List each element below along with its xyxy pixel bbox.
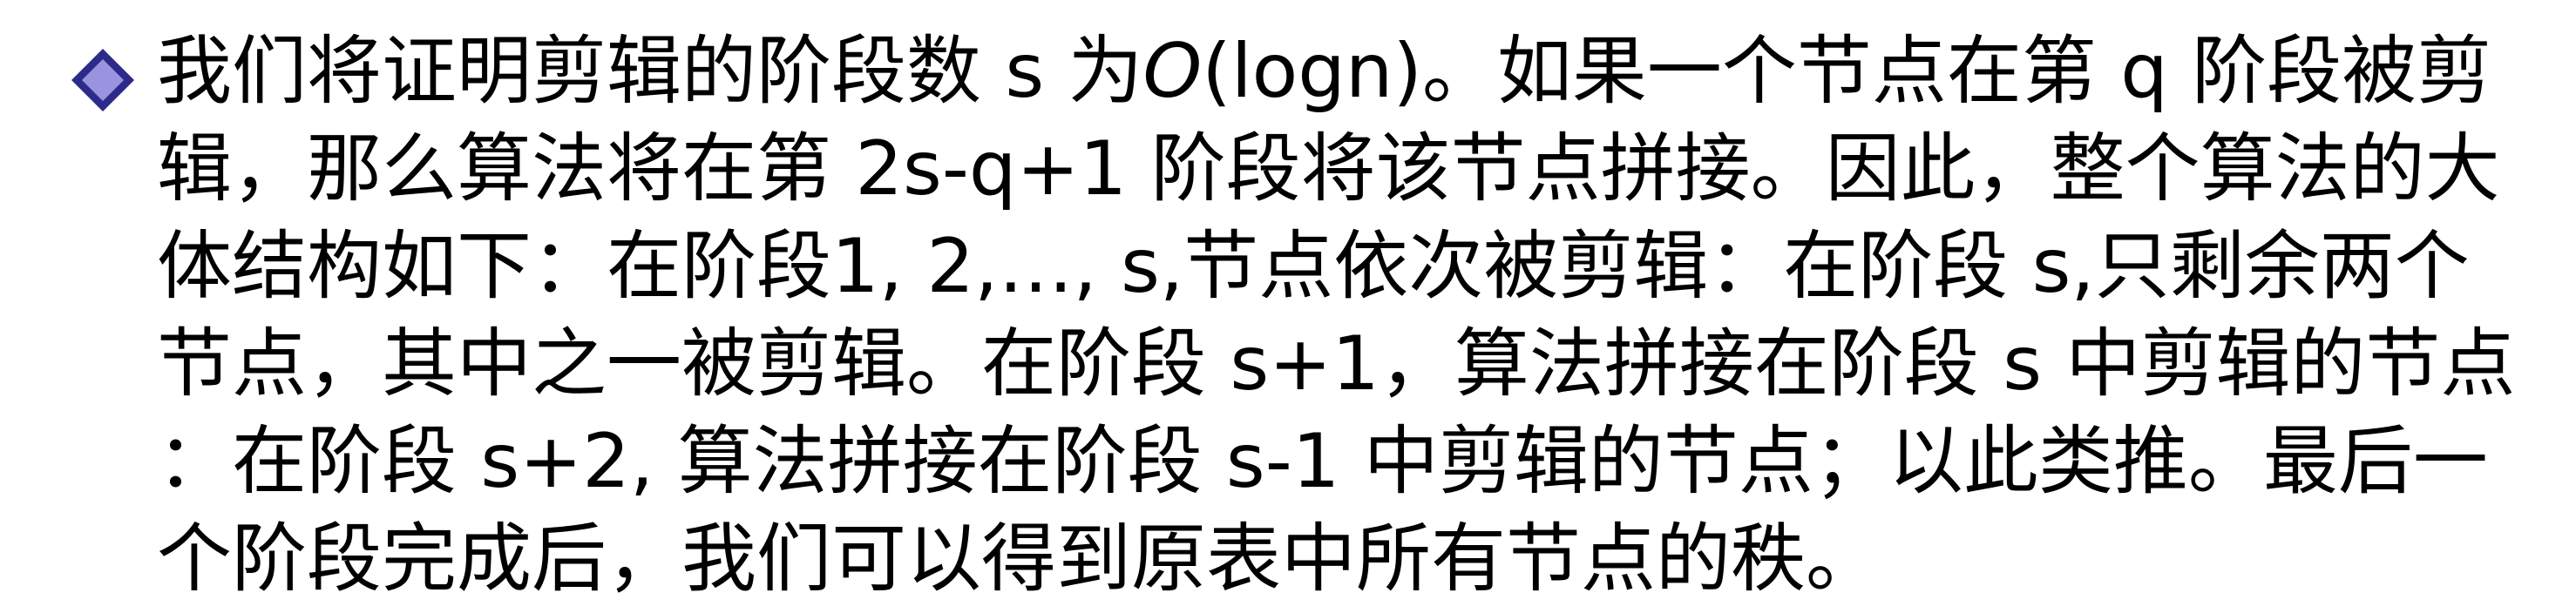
paragraph-line-3: 体结构如下：在阶段1, 2,…, s,节点依次被剪辑：在阶段 s,只剩余两个	[157, 223, 2470, 310]
paragraph-line-1: 我们将证明剪辑的阶段数 s 为O(logn)。如果一个节点在第 q 阶段被剪	[157, 23, 2560, 120]
paragraph-line-2: 辑，那么算法将在第 2s-q+1 阶段将该节点拼接。因此，整个算法的大	[157, 125, 2500, 212]
paragraph-line-6: 个阶段完成后，我们可以得到原表中所有节点的秩。	[157, 515, 1881, 603]
paragraph-text: 我们将证明剪辑的阶段数 s 为O(logn)。如果一个节点在第 q 阶段被剪 辑…	[157, 23, 2560, 608]
big-o-symbol: O	[1142, 28, 1203, 115]
line-1-text-a: 我们将证明剪辑的阶段数 s 为	[157, 28, 1143, 115]
slide: 我们将证明剪辑的阶段数 s 为O(logn)。如果一个节点在第 q 阶段被剪 辑…	[0, 0, 2576, 613]
diamond-bullet-icon	[68, 45, 138, 115]
bullet-paragraph: 我们将证明剪辑的阶段数 s 为O(logn)。如果一个节点在第 q 阶段被剪 辑…	[68, 23, 2560, 608]
paragraph-line-5: ：在阶段 s+2, 算法拼接在阶段 s-1 中剪辑的节点；以此类推。最后一	[157, 418, 2488, 505]
line-1-text-b: (logn)。如果一个节点在第 q 阶段被剪	[1202, 28, 2492, 115]
diamond-bullet-graphic	[71, 49, 134, 111]
paragraph-line-4: 节点，其中之一被剪辑。在阶段 s+1，算法拼接在阶段 s 中剪辑的节点	[157, 320, 2516, 408]
